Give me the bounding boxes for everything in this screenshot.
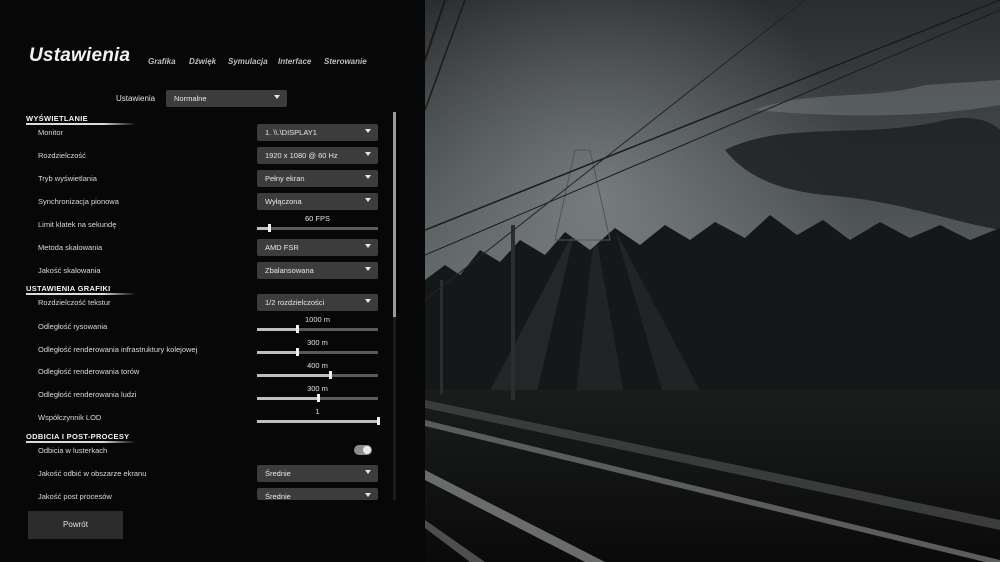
draw-distance-value: 1000 m	[304, 315, 331, 324]
section-graphics-heading: USTAWIENIA GRAFIKI	[26, 284, 111, 293]
draw-distance-label: Odległość rysowania	[38, 322, 108, 331]
chevron-down-icon	[365, 267, 371, 271]
preset-label: Ustawienia	[116, 94, 156, 103]
slider-track	[257, 227, 378, 230]
slider-thumb[interactable]	[316, 394, 320, 402]
mirror-reflections-label: Odbicia w lusterkach	[38, 446, 108, 455]
monitor-dropdown[interactable]: 1. \\.\DISPLAY1	[257, 124, 378, 141]
section-divider	[26, 293, 136, 295]
section-divider	[26, 441, 136, 443]
back-button[interactable]: Powrót	[28, 511, 123, 539]
toggle-knob	[363, 446, 371, 454]
texture-resolution-value: 1/2 rozdzielczości	[265, 298, 325, 307]
scaling-quality-value: Zbalansowana	[265, 266, 314, 275]
resolution-value: 1920 x 1080 @ 60 Hz	[265, 151, 338, 160]
people-distance-value: 300 m	[307, 384, 328, 393]
lod-factor-value: 1	[315, 407, 320, 416]
lod-factor-label: Współczynnik LOD	[38, 413, 102, 422]
track-distance-label: Odległość renderowania torów	[38, 367, 140, 376]
scaling-method-dropdown[interactable]: AMD FSR	[257, 239, 378, 256]
ssr-quality-value: Średnie	[265, 469, 291, 478]
resolution-label: Rozdzielczość	[38, 151, 86, 160]
background-scene	[425, 0, 1000, 562]
scrollbar-thumb[interactable]	[393, 112, 396, 317]
slider-fill	[257, 397, 318, 400]
vsync-value: Wyłączona	[265, 197, 302, 206]
tab-graphics[interactable]: Grafika	[148, 57, 176, 66]
slider-thumb[interactable]	[295, 348, 299, 356]
slider-fill	[257, 328, 297, 331]
chevron-down-icon	[365, 175, 371, 179]
ssr-quality-dropdown[interactable]: Średnie	[257, 465, 378, 482]
vsync-dropdown[interactable]: Wyłączona	[257, 193, 378, 210]
slider-fill	[257, 374, 330, 377]
mirror-reflections-toggle[interactable]	[354, 445, 372, 455]
chevron-down-icon	[365, 244, 371, 248]
display-mode-dropdown[interactable]: Pełny ekran	[257, 170, 378, 187]
display-mode-value: Pełny ekran	[265, 174, 305, 183]
rail-infra-distance-label: Odległość renderowania infrastruktury ko…	[38, 345, 198, 354]
display-mode-label: Tryb wyświetlania	[38, 174, 97, 183]
chevron-down-icon	[365, 493, 371, 497]
post-quality-label: Jakość post procesów	[38, 492, 112, 501]
texture-resolution-label: Rozdzielczość tekstur	[38, 298, 111, 307]
slider-thumb[interactable]	[295, 325, 299, 333]
scaling-quality-label: Jakość skalowania	[38, 266, 101, 275]
ssr-quality-label: Jakość odbić w obszarze ekranu	[38, 469, 147, 478]
draw-distance-slider[interactable]: 1000 m	[257, 315, 378, 333]
section-display-heading: WYŚWIETLANIE	[26, 114, 88, 123]
section-divider	[26, 123, 136, 125]
slider-fill	[257, 351, 297, 354]
monitor-label: Monitor	[38, 128, 64, 137]
scaling-quality-dropdown[interactable]: Zbalansowana	[257, 262, 378, 279]
vsync-label: Synchronizacja pionowa	[38, 197, 119, 206]
tab-simulation[interactable]: Symulacja	[228, 57, 268, 66]
slider-thumb[interactable]	[268, 224, 272, 232]
monitor-value: 1. \\.\DISPLAY1	[265, 128, 317, 137]
slider-thumb[interactable]	[328, 371, 332, 379]
fps-limit-slider[interactable]: 60 FPS	[257, 214, 378, 232]
railway-night-image	[425, 0, 1000, 562]
section-reflections-heading: ODBICIA I POST-PROCESY	[26, 432, 130, 441]
page-title: Ustawienia	[29, 45, 131, 66]
slider-thumb[interactable]	[377, 417, 380, 425]
chevron-down-icon	[365, 299, 371, 303]
lod-factor-slider[interactable]: 1	[257, 407, 380, 425]
track-distance-value: 400 m	[307, 361, 328, 370]
slider-fill	[257, 420, 378, 423]
people-distance-label: Odległość renderowania ludzi	[38, 390, 137, 399]
people-distance-slider[interactable]: 300 m	[257, 384, 378, 402]
chevron-down-icon	[365, 198, 371, 202]
tab-controls[interactable]: Sterowanie	[324, 57, 367, 66]
fps-limit-label: Limit klatek na sekundę	[38, 220, 117, 229]
scaling-method-value: AMD FSR	[265, 243, 299, 252]
post-quality-value: Średnie	[265, 492, 291, 500]
chevron-down-icon	[274, 95, 280, 99]
rail-infra-distance-slider[interactable]: 300 m	[257, 338, 378, 356]
chevron-down-icon	[365, 470, 371, 474]
rail-infra-distance-value: 300 m	[307, 338, 328, 347]
chevron-down-icon	[365, 129, 371, 133]
tab-sound[interactable]: Dźwięk	[189, 57, 216, 66]
texture-resolution-dropdown[interactable]: 1/2 rozdzielczości	[257, 294, 378, 311]
tab-interface[interactable]: Interface	[278, 57, 311, 66]
settings-panel: Ustawienia Grafika Dźwięk Symulacja Inte…	[0, 0, 425, 562]
chevron-down-icon	[365, 152, 371, 156]
preset-value: Normalne	[174, 94, 207, 103]
settings-scrollbar[interactable]	[393, 112, 396, 500]
scaling-method-label: Metoda skalowania	[38, 243, 103, 252]
preset-dropdown[interactable]: Normalne	[166, 90, 287, 107]
resolution-dropdown[interactable]: 1920 x 1080 @ 60 Hz	[257, 147, 378, 164]
post-quality-dropdown[interactable]: Średnie	[257, 488, 378, 500]
track-distance-slider[interactable]: 400 m	[257, 361, 378, 379]
fps-limit-value: 60 FPS	[304, 214, 330, 223]
back-button-label: Powrót	[63, 520, 88, 529]
